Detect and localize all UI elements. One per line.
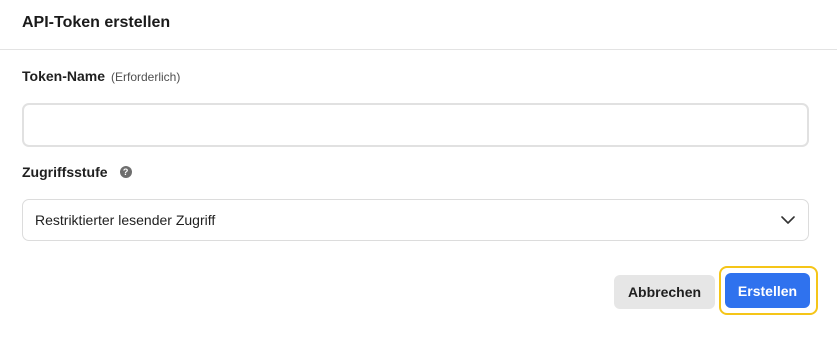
access-level-select[interactable]: Restriktierter lesender Zugriff <box>22 199 809 241</box>
token-name-input[interactable] <box>22 103 809 147</box>
token-name-label-text: Token-Name <box>22 68 105 84</box>
cancel-button[interactable]: Abbrechen <box>614 275 715 309</box>
access-level-label: Zugriffsstufe ? <box>22 164 132 180</box>
dialog-title: API-Token erstellen <box>22 13 171 31</box>
token-name-label: Token-Name (Erforderlich) <box>22 68 180 84</box>
create-api-token-dialog: API-Token erstellen Token-Name (Erforder… <box>0 0 837 341</box>
create-button[interactable]: Erstellen <box>725 273 810 308</box>
access-level-selected-value: Restriktierter lesender Zugriff <box>35 212 216 228</box>
question-circle-icon[interactable]: ? <box>119 166 132 178</box>
required-hint: (Erforderlich) <box>110 70 181 84</box>
chevron-down-icon <box>780 212 796 228</box>
access-level-label-text: Zugriffsstufe <box>22 164 108 180</box>
dialog-header: API-Token erstellen <box>0 0 837 50</box>
